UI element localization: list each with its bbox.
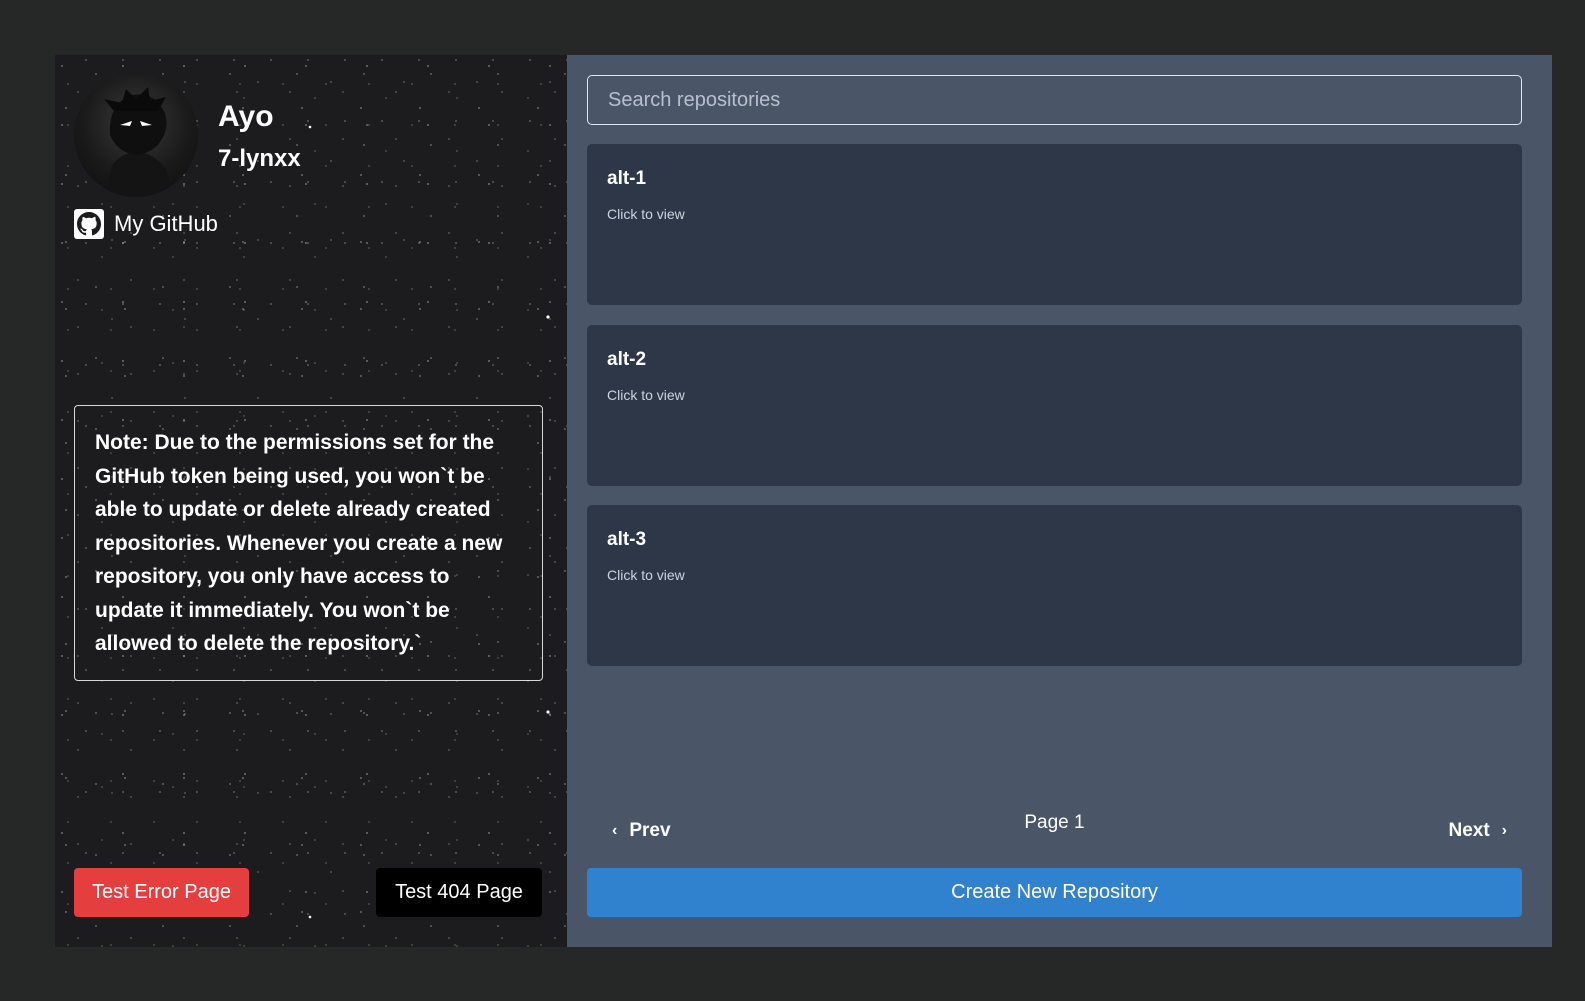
repo-name: alt-3 [607, 529, 647, 550]
create-new-repository-button[interactable]: Create New Repository [587, 868, 1522, 917]
avatar [74, 73, 198, 197]
my-github-label: My GitHub [114, 211, 218, 236]
repo-subtitle: Click to view [607, 387, 685, 403]
repo-name: alt-2 [607, 349, 647, 370]
repositories-panel: alt-1 Click to view alt-2 Click to view … [567, 55, 1552, 947]
chevron-right-icon: › [1501, 822, 1507, 839]
app-container: Ayo 7-lynxx My GitHub Note: Due to the p… [55, 55, 1552, 947]
search-repositories-input[interactable] [587, 75, 1522, 125]
my-github-link[interactable]: My GitHub [74, 209, 218, 239]
profile-panel: Ayo 7-lynxx My GitHub Note: Due to the p… [55, 55, 567, 947]
repo-subtitle: Click to view [607, 567, 685, 583]
next-label: Next [1448, 820, 1490, 841]
repo-card[interactable]: alt-2 Click to view [587, 325, 1522, 486]
repo-card[interactable]: alt-1 Click to view [587, 144, 1522, 305]
repo-name: alt-1 [607, 168, 647, 189]
test-404-page-button[interactable]: Test 404 Page [376, 868, 542, 917]
repo-card[interactable]: alt-3 Click to view [587, 505, 1522, 666]
avatar-image [104, 87, 174, 197]
test-error-page-button[interactable]: Test Error Page [74, 868, 249, 917]
note-label: Note: [95, 431, 149, 454]
next-page-button[interactable]: Next › [1448, 820, 1507, 842]
profile-name: Ayo [218, 100, 274, 133]
page-indicator: Page 1 [1024, 812, 1085, 833]
note-text: Due to the permissions set for the GitHu… [95, 431, 503, 655]
profile-username: 7-lynxx [218, 145, 301, 172]
github-icon [74, 209, 104, 239]
repo-subtitle: Click to view [607, 206, 685, 222]
note-box: Note: Due to the permissions set for the… [74, 405, 543, 681]
